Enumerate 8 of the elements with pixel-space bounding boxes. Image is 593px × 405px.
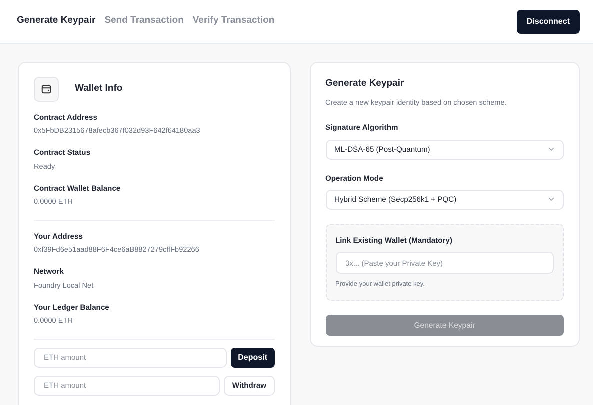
chevron-down-icon [548,197,555,202]
chevron-down-icon [548,147,555,152]
tab[interactable]: Generate Keypair [17,14,96,29]
card-title: Wallet Info [75,82,123,96]
card-title: Generate Keypair [326,77,406,91]
wallet-icon [34,77,59,102]
disconnect-button[interactable]: Disconnect [516,10,580,34]
deposit-button[interactable]: Deposit [231,348,274,368]
